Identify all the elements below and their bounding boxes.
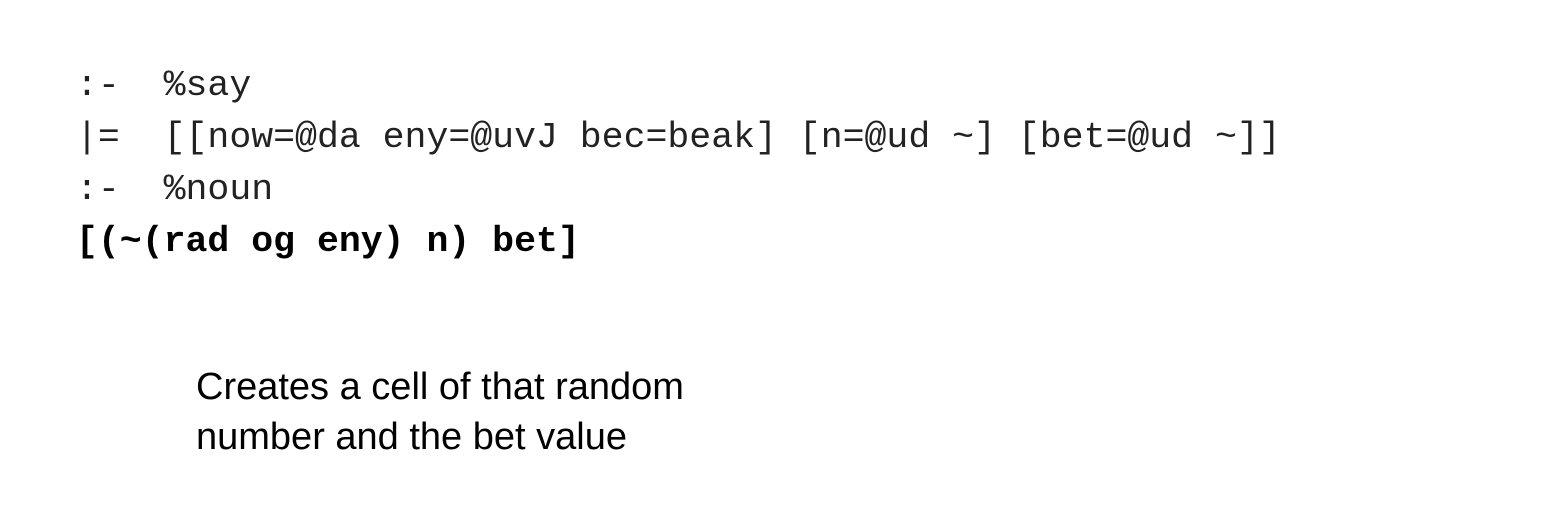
caption-line-1: Creates a cell of that random	[196, 366, 684, 408]
code-line-gate-sample: |= [[now=@da eny=@uvJ bec=beak] [n=@ud ~…	[76, 117, 1281, 158]
code-line-result-cell: [(~(rad og eny) n) bet]	[76, 221, 580, 262]
caption-text: Creates a cell of that random number and…	[196, 362, 684, 462]
slide: { "code": { "lines": [ { "text": ":- %sa…	[0, 0, 1560, 514]
caption-line-2: number and the bet value	[196, 416, 627, 458]
code-line-noun: :- %noun	[76, 169, 274, 210]
code-block: :- %say |= [[now=@da eny=@uvJ bec=beak] […	[76, 60, 1281, 268]
code-line-say: :- %say	[76, 65, 252, 106]
